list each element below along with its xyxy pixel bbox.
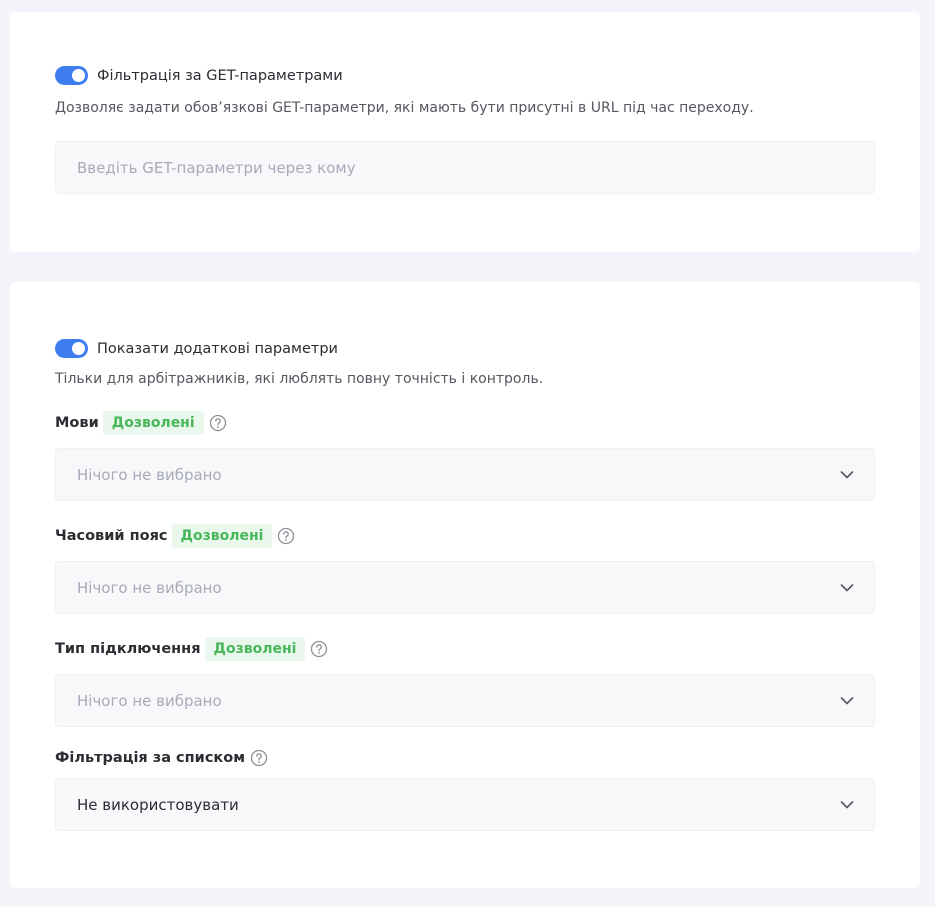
list-filter-label-row: Фільтрація за списком <box>55 745 268 771</box>
get-filter-card: Фільтрація за GET-параметрами Дозволяє з… <box>10 12 920 252</box>
list-filter-label: Фільтрація за списком <box>55 750 246 766</box>
connection-type-select-value: Нічого не вибрано <box>77 691 222 710</box>
chevron-down-icon <box>840 583 854 591</box>
toggle-knob <box>72 342 85 355</box>
get-filter-description: Дозволяє задати обов’язкові GET-параметр… <box>55 100 754 116</box>
advanced-toggle[interactable] <box>55 339 88 358</box>
advanced-toggle-row: Показати додаткові параметри <box>55 339 338 358</box>
advanced-params-card: Показати додаткові параметри Тільки для … <box>10 282 920 888</box>
connection-type-allowed-badge[interactable]: Дозволені <box>204 637 306 661</box>
connection-type-label-row: Тип підключення Дозволені <box>55 636 328 662</box>
connection-type-select[interactable]: Нічого не вибрано <box>55 674 875 727</box>
advanced-description: Тільки для арбітражників, які люблять по… <box>55 371 544 387</box>
question-circle-icon[interactable] <box>209 414 227 432</box>
toggle-knob <box>72 69 85 82</box>
connection-type-label: Тип підключення <box>55 641 201 657</box>
get-filter-toggle[interactable] <box>55 66 88 85</box>
get-filter-toggle-row: Фільтрація за GET-параметрами <box>55 66 343 85</box>
timezone-allowed-badge[interactable]: Дозволені <box>171 524 273 548</box>
chevron-down-icon <box>840 470 854 478</box>
timezone-select-value: Нічого не вибрано <box>77 578 222 597</box>
timezone-select[interactable]: Нічого не вибрано <box>55 561 875 614</box>
languages-label-row: Мови Дозволені <box>55 410 227 436</box>
question-circle-icon[interactable] <box>277 527 295 545</box>
get-filter-toggle-label: Фільтрація за GET-параметрами <box>97 67 343 84</box>
question-circle-icon[interactable] <box>310 640 328 658</box>
advanced-toggle-label: Показати додаткові параметри <box>97 340 338 357</box>
languages-allowed-badge[interactable]: Дозволені <box>102 411 204 435</box>
timezone-label: Часовий пояс <box>55 528 168 544</box>
get-params-placeholder: Введіть GET-параметри через кому <box>77 158 356 177</box>
chevron-down-icon <box>840 696 854 704</box>
get-params-input[interactable]: Введіть GET-параметри через кому <box>55 141 875 194</box>
list-filter-select-value: Не використовувати <box>77 795 239 814</box>
question-circle-icon[interactable] <box>250 749 268 767</box>
chevron-down-icon <box>840 800 854 808</box>
languages-label: Мови <box>55 415 99 431</box>
languages-select-value: Нічого не вибрано <box>77 465 222 484</box>
list-filter-select[interactable]: Не використовувати <box>55 778 875 831</box>
languages-select[interactable]: Нічого не вибрано <box>55 448 875 501</box>
timezone-label-row: Часовий пояс Дозволені <box>55 523 295 549</box>
